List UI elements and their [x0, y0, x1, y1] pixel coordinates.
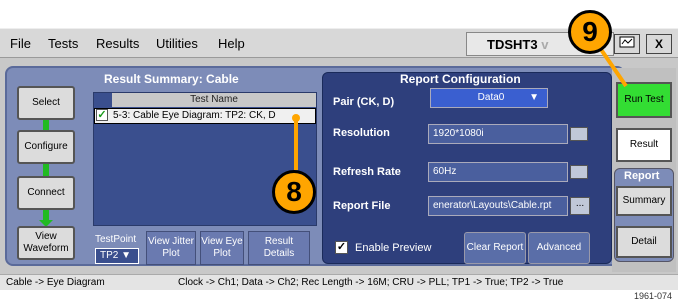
- callout-line-9: [598, 46, 628, 88]
- callout-8: 8: [272, 170, 316, 214]
- callout-9: 9: [568, 10, 612, 54]
- callout-dot-8: [292, 114, 300, 122]
